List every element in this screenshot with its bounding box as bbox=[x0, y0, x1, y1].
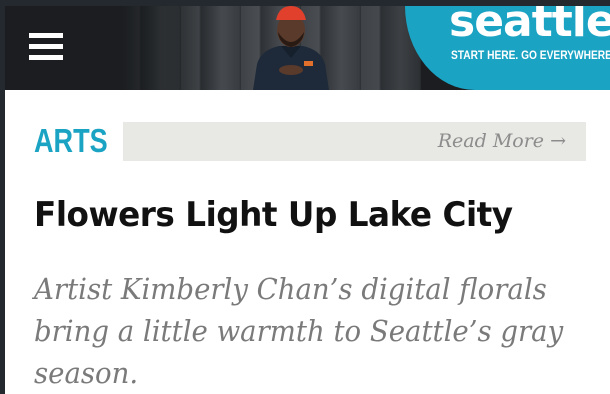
read-more-button[interactable]: Read More → bbox=[123, 122, 586, 161]
article-headline[interactable]: Flowers Light Up Lake City bbox=[34, 195, 513, 235]
brand-logo-block[interactable]: seattle START HERE. GO EVERYWHERE bbox=[405, 6, 610, 90]
brand-logo: seattle bbox=[449, 6, 610, 47]
site-header: seattle START HERE. GO EVERYWHERE bbox=[5, 6, 610, 90]
article-card[interactable]: seattle START HERE. GO EVERYWHERE ARTS R… bbox=[5, 6, 610, 394]
section-label[interactable]: ARTS bbox=[34, 122, 108, 160]
header-photo bbox=[121, 6, 421, 90]
article-dek: Artist Kimberly Chan’s digital florals b… bbox=[34, 272, 564, 390]
page-frame: seattle START HERE. GO EVERYWHERE ARTS R… bbox=[0, 0, 610, 394]
read-more-label: Read More → bbox=[437, 130, 566, 152]
menu-bar bbox=[29, 44, 63, 49]
brand-tagline: START HERE. GO EVERYWHERE bbox=[451, 48, 610, 62]
hamburger-menu-icon[interactable] bbox=[29, 31, 63, 63]
menu-bar bbox=[29, 55, 63, 60]
photo-gradient bbox=[121, 6, 421, 90]
menu-bar bbox=[29, 33, 63, 38]
